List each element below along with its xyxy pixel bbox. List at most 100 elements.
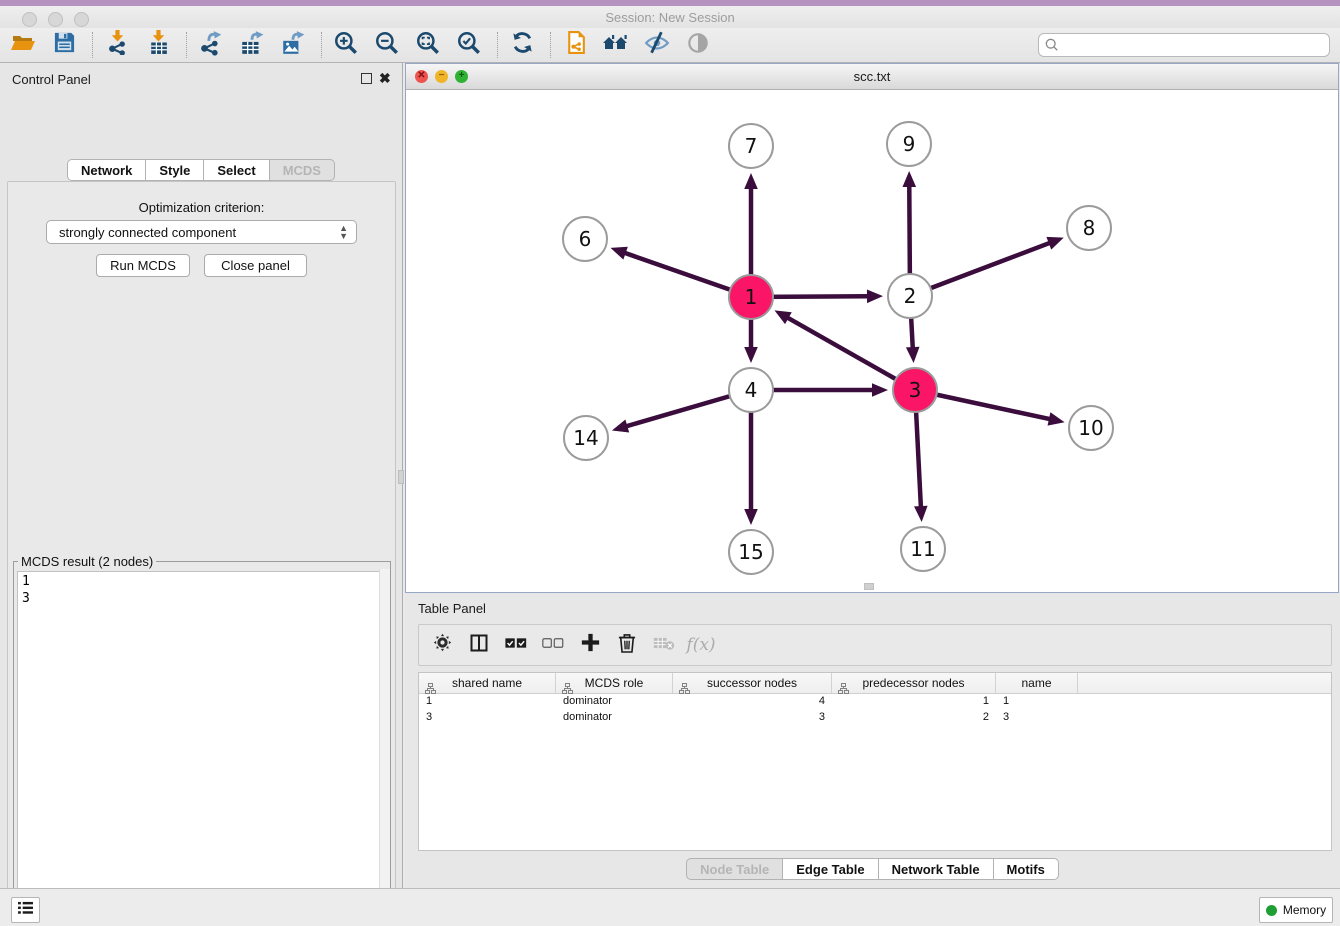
- graph-node-14[interactable]: 14: [563, 415, 609, 461]
- graph-node-10[interactable]: 10: [1068, 405, 1114, 451]
- select-stepper-icon: ▲▼: [339, 224, 348, 240]
- run-mcds-button[interactable]: Run MCDS: [96, 254, 190, 277]
- table-toolbar: f(x): [418, 624, 1332, 666]
- search-input[interactable]: [1059, 38, 1329, 53]
- column-header-predecessor-nodes[interactable]: predecessor nodes: [832, 673, 996, 693]
- network-file-button[interactable]: [560, 30, 590, 60]
- network-window-titlebar[interactable]: ✕ − + scc.txt: [406, 64, 1338, 90]
- table-cell: dominator: [556, 710, 673, 726]
- table-body: 1dominator4113dominator323: [419, 694, 1331, 726]
- tab-network-table[interactable]: Network Table: [879, 858, 994, 880]
- tab-motifs[interactable]: Motifs: [994, 858, 1059, 880]
- export-network-button[interactable]: [196, 30, 226, 60]
- graph-edge-arrow: [744, 173, 758, 189]
- toolbar-separator: [92, 32, 93, 58]
- table-panel-title: Table Panel: [418, 601, 486, 616]
- tab-style[interactable]: Style: [146, 159, 204, 181]
- import-table-icon: [146, 30, 171, 60]
- zoom-out-button[interactable]: [372, 30, 402, 60]
- table-options-button[interactable]: [427, 630, 457, 660]
- import-table-button[interactable]: [143, 30, 173, 60]
- graph-edge-arrow: [1048, 412, 1065, 425]
- zoom-in-icon: [333, 30, 359, 61]
- table-cell: 3: [673, 710, 832, 726]
- column-header-successor-nodes[interactable]: successor nodes: [673, 673, 832, 693]
- create-column-button[interactable]: [575, 630, 605, 660]
- first-neighbors-button[interactable]: [507, 30, 537, 60]
- graph-node-8[interactable]: 8: [1066, 205, 1112, 251]
- graph-edges-layer: [406, 90, 1338, 592]
- graph-node-7[interactable]: 7: [728, 123, 774, 169]
- column-label: successor nodes: [707, 676, 797, 690]
- hide-details-button[interactable]: [642, 30, 672, 60]
- select-all-rows-button[interactable]: [501, 630, 531, 660]
- table-panel: Table Panel ✖: [405, 593, 1340, 888]
- checked-boxes-icon: [505, 636, 527, 654]
- graph-node-9[interactable]: 9: [886, 121, 932, 167]
- column-header-shared-name[interactable]: shared name: [419, 673, 556, 693]
- mcds-result-title: MCDS result (2 nodes): [18, 554, 156, 569]
- trash-icon: [618, 633, 636, 658]
- tab-edge-table[interactable]: Edge Table: [783, 858, 878, 880]
- export-image-button[interactable]: [278, 30, 308, 60]
- mcds-result-scrollbar[interactable]: [379, 569, 390, 926]
- import-network-button[interactable]: [102, 30, 132, 60]
- zoom-selected-button[interactable]: [454, 30, 484, 60]
- tab-mcds[interactable]: MCDS: [270, 159, 335, 181]
- zoom-fit-button[interactable]: [413, 30, 443, 60]
- delete-columns-button[interactable]: [612, 630, 642, 660]
- graph-node-11[interactable]: 11: [900, 526, 946, 572]
- export-table-button[interactable]: [237, 30, 267, 60]
- graph-node-3[interactable]: 3: [892, 367, 938, 413]
- float-panel-icon[interactable]: [361, 73, 372, 84]
- memory-status-icon: [1266, 905, 1277, 916]
- tab-select[interactable]: Select: [204, 159, 269, 181]
- panel-divider-handle[interactable]: [398, 470, 404, 484]
- mcds-result-text[interactable]: 1 3: [17, 571, 385, 926]
- table-header-row: shared nameMCDS role successor nodes prede…: [419, 673, 1331, 694]
- graph-node-6[interactable]: 6: [562, 216, 608, 262]
- save-floppy-icon: [53, 31, 76, 59]
- home-button[interactable]: [601, 30, 631, 60]
- memory-button[interactable]: Memory: [1259, 897, 1333, 923]
- network-canvas[interactable]: 1 2 3 4 6 7 8 9 10 11 14 15: [406, 90, 1338, 592]
- search-icon: [1045, 38, 1059, 52]
- graph-node-2[interactable]: 2: [887, 273, 933, 319]
- close-panel-icon[interactable]: ✖: [379, 70, 391, 86]
- graph-node-1[interactable]: 1: [728, 274, 774, 320]
- network-view-window: ✕ − + scc.txt 1 2 3 4 6 7 8 9 10 11 14 15: [405, 63, 1339, 593]
- show-graphics-details-button[interactable]: [683, 30, 713, 60]
- optimization-criterion-select[interactable]: strongly connected component ▲▼: [46, 220, 357, 244]
- close-panel-button[interactable]: Close panel: [204, 254, 307, 277]
- table-cell: 4: [673, 694, 832, 710]
- open-session-button[interactable]: [8, 30, 38, 60]
- status-bar: Memory: [0, 888, 1340, 926]
- task-list-icon: [17, 901, 34, 920]
- search-field[interactable]: [1038, 33, 1330, 57]
- delete-table-button: [649, 630, 679, 660]
- column-header-MCDS-role[interactable]: MCDS role: [556, 673, 673, 693]
- toolbar-separator: [321, 32, 322, 58]
- table-tabs: Node Table Edge Table Network Table Moti…: [405, 858, 1340, 880]
- export-table-icon: [239, 30, 265, 61]
- table-cell: 2: [832, 710, 996, 726]
- fx-icon: f(x): [686, 635, 715, 655]
- table-cell: 3: [419, 710, 556, 726]
- network-resize-handle[interactable]: [864, 583, 874, 590]
- column-visibility-button[interactable]: [464, 630, 494, 660]
- tab-network[interactable]: Network: [67, 159, 146, 181]
- gear-icon: [433, 633, 452, 657]
- table-delete-icon: [653, 635, 675, 656]
- column-header-name[interactable]: name: [996, 673, 1078, 693]
- graph-node-15[interactable]: 15: [728, 529, 774, 575]
- deselect-all-rows-button[interactable]: [538, 630, 568, 660]
- table-row[interactable]: 3dominator323: [419, 710, 1331, 726]
- tab-node-table[interactable]: Node Table: [686, 858, 783, 880]
- save-session-button[interactable]: [49, 30, 79, 60]
- table-row[interactable]: 1dominator411: [419, 694, 1331, 710]
- network-window-title: scc.txt: [406, 69, 1338, 84]
- task-history-button[interactable]: [11, 897, 40, 923]
- graph-node-4[interactable]: 4: [728, 367, 774, 413]
- zoom-in-button[interactable]: [331, 30, 361, 60]
- node-table: shared nameMCDS role successor nodes prede…: [418, 672, 1332, 851]
